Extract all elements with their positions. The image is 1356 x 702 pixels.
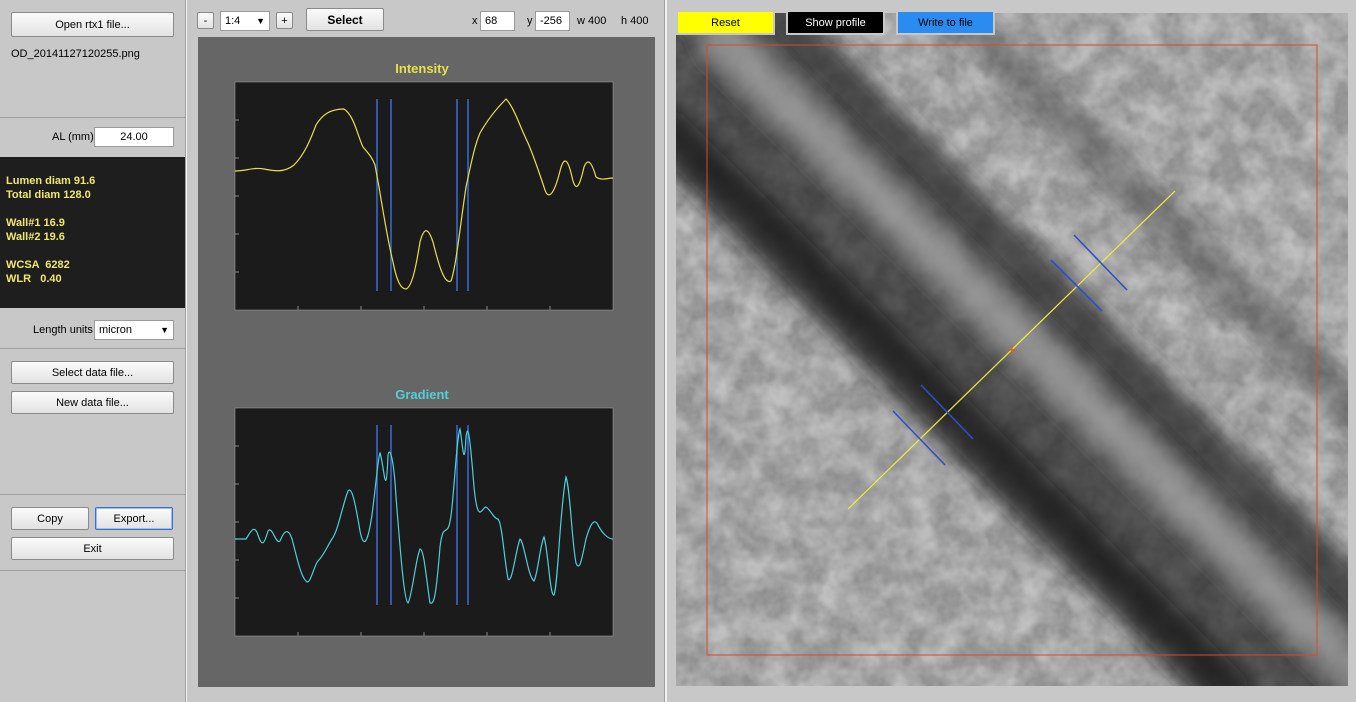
select-button[interactable]: Select — [306, 8, 384, 31]
wcsa-text: WCSA 6282 — [6, 259, 70, 271]
export-button[interactable]: Export... — [95, 507, 173, 530]
y-input[interactable]: -256 — [535, 11, 570, 31]
wall2-text: Wall#2 19.6 — [6, 231, 65, 243]
al-label: AL (mm) — [52, 131, 94, 143]
retina-image — [676, 13, 1348, 686]
gradient-axes — [234, 407, 614, 637]
zoom-in-button[interactable]: + — [276, 12, 293, 29]
length-units-select[interactable]: micron ▼ — [94, 320, 174, 340]
length-units-label: Length units — [33, 324, 93, 336]
intensity-title: Intensity — [395, 61, 449, 76]
chevron-down-icon: ▼ — [160, 325, 169, 335]
image-view[interactable] — [676, 13, 1348, 686]
x-input[interactable]: 68 — [480, 11, 515, 31]
length-units-value: micron — [99, 324, 133, 336]
plot-panel: Intensity Gradient — [198, 37, 655, 687]
y-label: y — [527, 15, 533, 27]
copy-button[interactable]: Copy — [11, 507, 89, 530]
zoom-value: 1:4 — [225, 15, 241, 27]
zoom-select[interactable]: 1:4 ▼ — [220, 11, 270, 31]
stats-box: Lumen diam 91.6 Total diam 128.0 Wall#1 … — [0, 157, 185, 308]
zoom-out-button[interactable]: - — [197, 12, 214, 29]
reset-button[interactable]: Reset — [676, 10, 775, 35]
left-panel: Open rtx1 file... OD_20141127120255.png … — [0, 0, 186, 702]
chevron-down-icon: ▼ — [256, 16, 265, 26]
exit-button[interactable]: Exit — [11, 537, 174, 560]
h-text: h 400 — [621, 15, 649, 27]
x-label: x — [472, 15, 478, 27]
open-rtx1-button[interactable]: Open rtx1 file... — [11, 12, 174, 37]
divider — [0, 117, 185, 118]
lumen-diam-text: Lumen diam 91.6 — [6, 175, 96, 187]
divider — [0, 570, 185, 571]
write-to-file-button[interactable]: Write to file — [896, 10, 995, 35]
divider — [664, 0, 667, 702]
wall1-text: Wall#1 16.9 — [6, 217, 65, 229]
filename-label: OD_20141127120255.png — [11, 48, 140, 60]
w-text: w 400 — [577, 15, 607, 27]
show-profile-button[interactable]: Show profile — [786, 10, 885, 35]
divider — [0, 348, 185, 349]
intensity-axes — [234, 81, 614, 311]
select-data-file-button[interactable]: Select data file... — [11, 361, 174, 384]
profile-plots: Intensity Gradient — [234, 61, 614, 637]
al-input[interactable]: 24.00 — [94, 127, 174, 147]
total-diam-text: Total diam 128.0 — [6, 189, 91, 201]
new-data-file-button[interactable]: New data file... — [11, 391, 174, 414]
divider — [185, 0, 187, 702]
divider — [0, 494, 185, 495]
wlr-text: WLR 0.40 — [6, 273, 62, 285]
gradient-title: Gradient — [395, 387, 449, 402]
